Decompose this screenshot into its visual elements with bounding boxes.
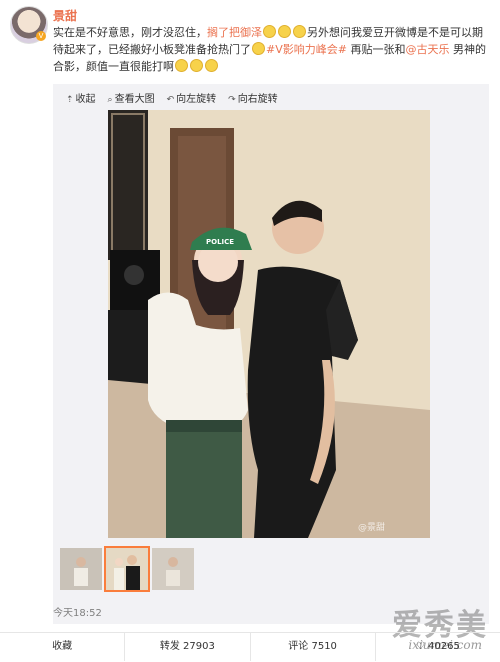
repost-button[interactable]: 转发 27903: [125, 633, 251, 661]
like-icon: ♡: [415, 641, 429, 652]
emoji-icon: [205, 59, 218, 72]
emoji-icon: [190, 59, 203, 72]
like-count: 40265: [428, 641, 460, 652]
collapse-button[interactable]: ⇡ 收起: [66, 90, 96, 105]
post-text-part3: 再贴一张和: [346, 43, 406, 56]
view-large-button[interactable]: ⌕ 查看大图: [107, 90, 155, 105]
rotate-right-button[interactable]: ↷ 向右旋转: [228, 90, 278, 105]
post-photo[interactable]: POLICE @景甜: [108, 110, 430, 538]
collapse-label: 收起: [75, 94, 96, 105]
emoji-icon: [293, 25, 306, 38]
thumbnail-image: [60, 548, 102, 590]
view-large-label: 查看大图: [114, 94, 155, 105]
verified-badge-icon: V: [36, 31, 46, 41]
zoom-icon: ⌕: [107, 95, 113, 105]
photo-illustration: POLICE @景甜: [108, 110, 430, 538]
emoji-icon: [175, 59, 188, 72]
rotate-left-icon: ↶: [166, 95, 175, 105]
like-button[interactable]: ♡ 40265: [376, 633, 500, 661]
rotate-right-label: 向右旋转: [237, 94, 278, 105]
post-text-highlight: 搁了把: [207, 26, 240, 39]
favorite-button[interactable]: 收藏: [0, 633, 126, 661]
post-action-bar: 收藏 转发 27903 评论 7510 ♡ 40265: [0, 632, 500, 661]
thumbnail-image: [106, 548, 148, 590]
post-text: 实在是不好意思，刚才没忍住，搁了把御泽 另外想问我爱豆开微博是不是可以期待起来了，…: [53, 24, 489, 75]
comment-button[interactable]: 评论 7510: [251, 633, 376, 661]
emoji-icon: [263, 25, 276, 38]
hashtag-link[interactable]: #V影响力峰会#: [266, 43, 347, 56]
post-timestamp[interactable]: 今天18:52: [53, 604, 102, 619]
thumbnail-strip: [60, 546, 194, 592]
thumbnail-2-selected[interactable]: [104, 546, 150, 592]
photo-cap-text: POLICE: [206, 238, 234, 246]
media-toolbar: ⇡ 收起 ⌕ 查看大图 ↶ 向左旋转 ↷ 向右旋转: [66, 90, 278, 105]
post-text-part1: 实在是不好意思，刚才没忍住，: [53, 26, 207, 39]
collapse-icon: ⇡: [66, 95, 74, 105]
photo-watermark: @景甜: [358, 521, 385, 533]
username[interactable]: 景甜: [53, 7, 77, 24]
rotate-left-label: 向左旋转: [176, 94, 217, 105]
mention-link[interactable]: @古天乐: [405, 43, 449, 56]
thumbnail-1[interactable]: [60, 548, 102, 590]
emoji-icon: [278, 25, 291, 38]
emoji-icon: [252, 42, 265, 55]
thumbnail-3[interactable]: [152, 548, 194, 590]
rotate-left-button[interactable]: ↶ 向左旋转: [166, 90, 217, 105]
rotate-right-icon: ↷: [228, 95, 236, 105]
thumbnail-image: [152, 548, 194, 590]
post-text-highlight2: 御泽: [240, 26, 262, 39]
